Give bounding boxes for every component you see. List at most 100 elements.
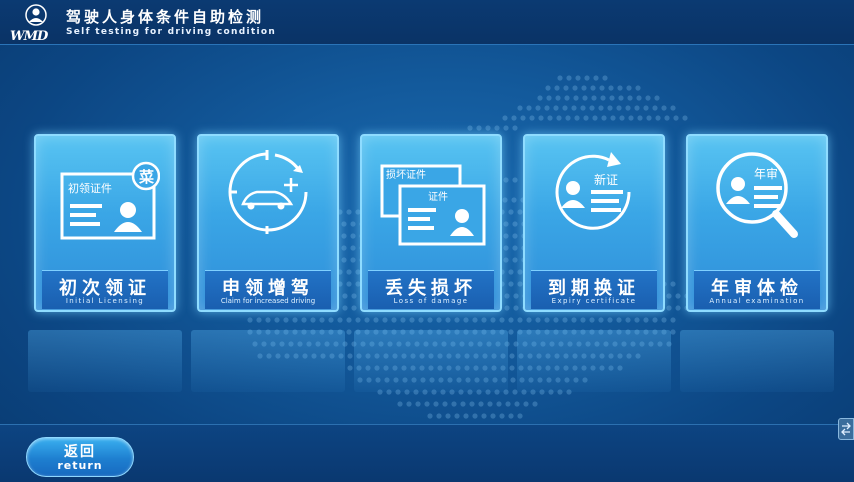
map-dot xyxy=(537,95,543,101)
map-dot xyxy=(526,317,532,323)
map-dot xyxy=(666,305,672,311)
map-dot xyxy=(661,317,667,323)
map-dot xyxy=(634,317,640,323)
map-dot xyxy=(544,105,550,111)
map-dot xyxy=(503,177,509,183)
map-dot xyxy=(467,125,473,131)
map-dot xyxy=(328,317,334,323)
map-dot xyxy=(490,317,496,323)
card-reflection xyxy=(191,330,345,392)
map-dot xyxy=(319,317,325,323)
map-dot xyxy=(609,95,615,101)
map-dot xyxy=(350,233,356,239)
card-reflection xyxy=(680,330,834,392)
map-dot xyxy=(581,85,587,91)
card-label-bar: 初次领证 Initial Licensing xyxy=(42,270,168,309)
map-dot xyxy=(509,353,515,359)
map-dot xyxy=(602,75,608,81)
annual-search-icon: 年审 xyxy=(716,152,798,238)
map-dot xyxy=(575,75,581,81)
map-dot xyxy=(494,125,500,131)
map-dot xyxy=(503,125,509,131)
map-dot xyxy=(341,257,347,263)
map-dot xyxy=(478,401,484,407)
map-dot xyxy=(472,413,478,419)
stamp-text: 菜 xyxy=(138,168,154,186)
card-annual-examination[interactable]: 年审 年审体检 Annual examination xyxy=(686,134,828,312)
map-dot xyxy=(508,269,514,275)
map-dot xyxy=(485,125,491,131)
map-dot xyxy=(508,281,514,287)
map-dot xyxy=(513,305,519,311)
map-dot xyxy=(565,115,571,121)
map-dot xyxy=(545,85,551,91)
card-reflection xyxy=(354,330,508,392)
map-dot xyxy=(508,209,514,215)
logo-text: WMD xyxy=(10,29,48,44)
map-dot xyxy=(409,317,415,323)
card-reflection xyxy=(517,330,671,392)
map-dot xyxy=(636,95,642,101)
map-dot xyxy=(504,293,510,299)
map-dot xyxy=(625,105,631,111)
map-dot xyxy=(675,293,681,299)
map-dot xyxy=(436,413,442,419)
map-dot xyxy=(347,353,353,359)
map-dot xyxy=(445,317,451,323)
map-dot xyxy=(574,115,580,121)
map-dot xyxy=(517,317,523,323)
map-dot xyxy=(673,115,679,121)
map-dot xyxy=(591,95,597,101)
map-dot xyxy=(505,401,511,407)
map-dot xyxy=(538,115,544,121)
side-handle[interactable] xyxy=(838,418,854,440)
map-dot xyxy=(460,401,466,407)
map-dot xyxy=(652,317,658,323)
map-dot xyxy=(627,95,633,101)
map-dot xyxy=(292,317,298,323)
map-dot xyxy=(512,221,518,227)
card-initial-licensing[interactable]: 初领证件 菜 初次领证 Initial Licensing xyxy=(34,134,176,312)
map-dot xyxy=(598,317,604,323)
card-label-bar: 年审体检 Annual examination xyxy=(694,270,820,309)
map-dot xyxy=(618,95,624,101)
map-dot xyxy=(350,257,356,263)
map-dot xyxy=(600,95,606,101)
map-dot xyxy=(406,401,412,407)
map-dot xyxy=(415,401,421,407)
map-dot xyxy=(503,221,509,227)
map-dot xyxy=(616,105,622,111)
map-dot xyxy=(511,197,517,203)
map-dot xyxy=(562,317,568,323)
map-dot xyxy=(496,401,502,407)
map-dot xyxy=(554,85,560,91)
map-dot xyxy=(481,317,487,323)
card-loss-of-damage[interactable]: 损坏证件 证件 丢失损坏 Loss of damage xyxy=(360,134,502,312)
map-dot xyxy=(364,317,370,323)
card-subtitle: Loss of damage xyxy=(393,297,469,305)
map-dot xyxy=(342,293,348,299)
map-dot xyxy=(643,105,649,111)
map-dot xyxy=(463,413,469,419)
map-dot xyxy=(535,317,541,323)
map-dot xyxy=(610,115,616,121)
map-dot xyxy=(351,293,357,299)
map-dot xyxy=(508,317,514,323)
card-increased-driving[interactable]: 申领增驾 Claim for increased driving xyxy=(197,134,339,312)
map-dot xyxy=(346,269,352,275)
map-dot xyxy=(487,401,493,407)
map-dot xyxy=(546,95,552,101)
return-button[interactable]: 返回 return xyxy=(26,437,134,477)
map-dot xyxy=(593,75,599,81)
map-dot xyxy=(580,105,586,111)
map-dot xyxy=(637,115,643,121)
card-expiry-certificate[interactable]: 新证 到期换证 Expiry certificate xyxy=(523,134,665,312)
map-dot xyxy=(646,115,652,121)
map-dot xyxy=(520,115,526,121)
map-dot xyxy=(469,401,475,407)
card-subtitle: Annual examination xyxy=(709,297,805,305)
map-dot xyxy=(391,317,397,323)
map-dot xyxy=(512,257,518,263)
map-dot xyxy=(512,233,518,239)
map-dot xyxy=(400,317,406,323)
